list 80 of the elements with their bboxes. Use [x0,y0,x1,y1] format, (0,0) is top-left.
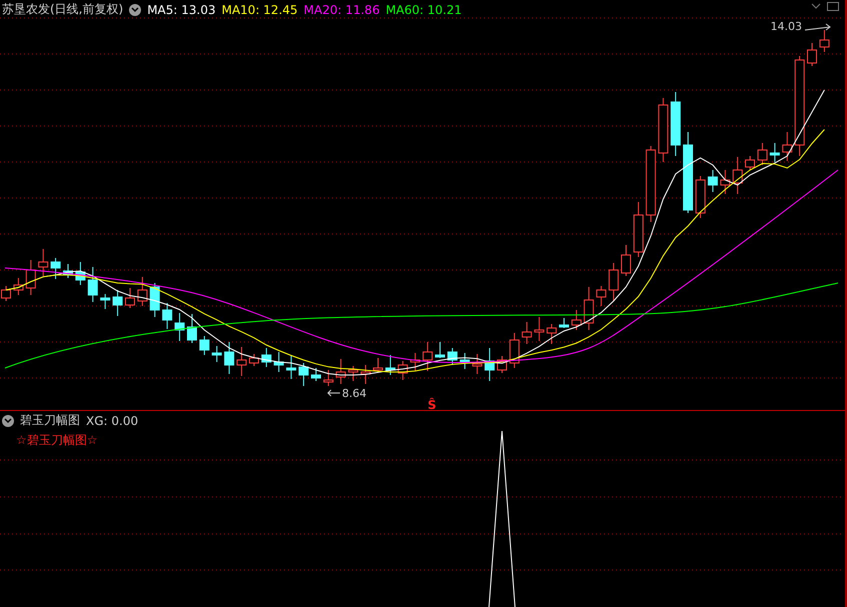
candlestick [212,346,222,362]
candlestick [745,156,755,170]
candlestick [807,42,817,66]
candlestick [559,318,569,328]
candlestick [720,170,730,194]
candlestick [162,302,172,330]
candlestick [695,176,706,218]
candlestick [137,276,148,306]
signal-name: ☆碧玉刀幅图☆ [16,432,98,449]
low-price-arrow-icon [327,390,340,396]
candlestick [360,364,371,384]
candlestick [13,278,24,296]
candlestick [484,348,495,382]
stock-title: 苏垦农发(日线,前复权) [2,1,124,18]
candlestick [633,202,644,258]
candlestick [125,288,135,308]
chevron-icon[interactable] [811,3,821,10]
candlestick [38,248,48,276]
candlestick [50,258,61,280]
candlestick [435,342,445,358]
candlestick [63,264,73,278]
candlestick [534,316,544,342]
candlestick [286,354,296,380]
candlestick [782,132,792,162]
candlestick [199,336,210,356]
candlestick [596,286,606,306]
candlestick [497,356,507,374]
candlestick [670,92,681,156]
window-icon[interactable] [827,2,839,11]
candlestick [323,370,334,386]
low-price-label: 8.64 [342,387,366,400]
candlestick [249,354,259,366]
candlestick [88,266,98,302]
candlestick [348,366,358,382]
candlestick [274,352,284,372]
candlestick [75,262,86,286]
candlestick [311,368,321,382]
candlestick [26,260,36,296]
candlestick [112,290,123,316]
moving-average-value: MA5: 13.03 [147,2,216,16]
candlestick [472,354,482,374]
candlestick [150,282,160,318]
candlestick [187,314,197,344]
moving-average-value: MA60: 10.21 [386,2,462,16]
candlestick [224,342,234,374]
candlestick [373,358,383,372]
moving-average-value: MA20: 11.86 [304,2,380,16]
candlestick [658,98,668,162]
candlestick [398,360,408,380]
candlestick [571,310,582,330]
candlestick [770,142,780,162]
candlestick [410,352,420,372]
candlestick [298,362,309,386]
candlestick [336,358,346,384]
candlestick [608,262,619,302]
candlestick [546,324,557,344]
candlestick [460,352,470,370]
candlestick [447,348,458,366]
candlestick [236,346,247,376]
moving-average-value: MA10: 12.45 [222,2,298,16]
candlestick [261,348,272,368]
candlestick [422,342,433,372]
indicator-value: XG: 0.00 [86,414,138,428]
candlestick [621,244,631,276]
candlestick [732,156,743,194]
candlestick [819,30,830,52]
candlestick [385,354,396,376]
candlestick [757,142,768,166]
collapse-icon[interactable] [2,414,14,426]
high-price-label: 14.03 [770,20,802,33]
candlestick [100,294,110,310]
indicator-title: 碧玉刀幅图 [20,412,80,429]
candlestick [522,322,532,344]
signal-marker: Ŝ [428,398,436,410]
candlestick [584,286,594,330]
candlestick [708,170,718,192]
candlestick [509,332,520,368]
high-price-arrow-icon [804,24,831,30]
candlestick [174,312,185,342]
collapse-icon[interactable] [129,4,142,16]
